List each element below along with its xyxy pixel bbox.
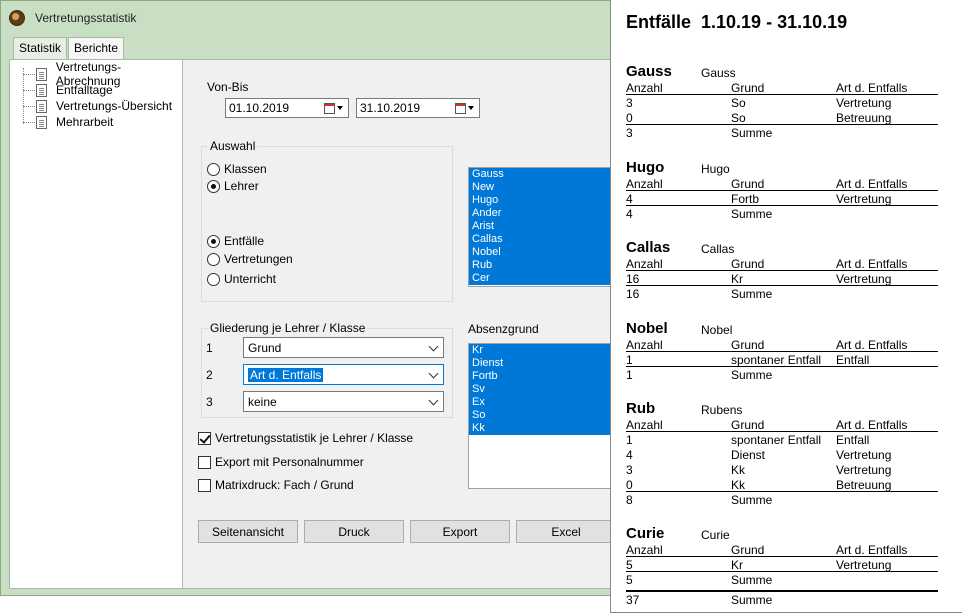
tree-item-vertretungs-abrechnung[interactable]: Vertretungs-Abrechnung — [36, 60, 182, 88]
auswahl-group: Auswahl Klassen Lehrer Entfälle Vertretu… — [201, 139, 453, 302]
window-title: Vertretungsstatistik — [35, 11, 137, 25]
absenzgrund-listbox[interactable]: Kr Dienst Fortb Sv Ex So Kk — [468, 343, 611, 489]
list-item[interactable]: Rub — [469, 259, 610, 272]
gliederung-level-3: 3 — [206, 395, 213, 409]
report-block-rub: Rub Rubens Anzahl Grund Art d. Entfalls 1 sp… — [626, 399, 938, 507]
radio-entfaelle[interactable]: Entfälle — [207, 234, 264, 248]
title-bar[interactable]: Vertretungsstatistik — [1, 1, 619, 35]
tree-item-mehrarbeit[interactable]: Mehrarbeit — [36, 114, 113, 130]
document-icon — [36, 99, 47, 113]
radio-klassen[interactable]: Klassen — [207, 162, 267, 176]
document-icon — [36, 115, 47, 129]
report-grand-total: 37 Summe — [626, 590, 938, 607]
berichte-panel: Vertretungs-Abrechnung Entfalltage Vertr… — [9, 59, 616, 589]
report-block-gauss: Gauss Gauss Anzahl Grund Art d. Entfalls 3S… — [626, 62, 938, 140]
gliederung-level-1: 1 — [206, 341, 213, 355]
list-item[interactable]: Hugo — [469, 194, 610, 207]
preview-button[interactable]: Seitenansicht — [198, 520, 298, 543]
von-bis-label: Von-Bis — [207, 80, 249, 94]
tab-statistik[interactable]: Statistik — [13, 37, 68, 59]
checkbox-matrixdruck[interactable]: Matrixdruck: Fach / Grund — [198, 478, 354, 492]
list-item[interactable]: Ex — [469, 396, 610, 409]
tab-strip: Statistik Berichte — [13, 37, 125, 60]
list-item[interactable]: Dienst — [469, 357, 610, 370]
checkbox-export-personalnummer[interactable]: Export mit Personalnummer — [198, 455, 364, 469]
list-item[interactable]: Fortb — [469, 370, 610, 383]
gliederung-select-1[interactable]: Grund — [243, 337, 444, 358]
date-to-picker[interactable]: 31.10.2019 — [356, 98, 480, 118]
list-item[interactable]: Nobel — [469, 246, 610, 259]
list-item[interactable]: Callas — [469, 233, 610, 246]
teacher-listbox[interactable]: Gauss New Hugo Ander Arist Callas Nobel … — [468, 167, 611, 287]
list-item[interactable]: Cer — [469, 272, 610, 285]
list-item[interactable]: Kk — [469, 422, 610, 435]
report-block-callas: Callas Callas Anzahl Grund Art d. Entfalls … — [626, 238, 938, 301]
list-item[interactable]: Arist — [469, 220, 610, 233]
app-icon — [9, 10, 25, 26]
document-icon — [36, 83, 47, 97]
radio-lehrer[interactable]: Lehrer — [207, 179, 259, 193]
report-preview: Entfälle 1.10.19 - 31.10.19 Gauss Gauss A… — [610, 0, 962, 613]
gliederung-level-2: 2 — [206, 368, 213, 382]
chevron-down-icon — [428, 395, 439, 406]
list-item[interactable]: Ander — [469, 207, 610, 220]
tree-item-entfalltage[interactable]: Entfalltage — [36, 82, 113, 98]
checkbox-vertretungsstatistik[interactable]: Vertretungsstatistik je Lehrer / Klasse — [198, 431, 413, 445]
chevron-down-icon — [428, 341, 439, 352]
radio-vertretungen[interactable]: Vertretungen — [207, 252, 293, 266]
list-item[interactable]: New — [469, 181, 610, 194]
print-button[interactable]: Druck — [304, 520, 404, 543]
list-item[interactable]: Kr — [469, 344, 610, 357]
tab-berichte[interactable]: Berichte — [68, 37, 125, 60]
calendar-dropdown-icon[interactable] — [455, 102, 475, 114]
document-icon — [36, 67, 47, 81]
report-block-hugo: Hugo Hugo Anzahl Grund Art d. Entfalls 4 For… — [626, 158, 938, 221]
gliederung-select-2[interactable]: Art d. Entfalls — [243, 364, 444, 385]
report-block-nobel: Nobel Nobel Anzahl Grund Art d. Entfalls 1s… — [626, 319, 938, 382]
date-from-picker[interactable]: 01.10.2019 — [225, 98, 349, 118]
report-title: Entfälle 1.10.19 - 31.10.19 — [626, 12, 848, 32]
gliederung-select-3[interactable]: keine — [243, 391, 444, 412]
list-item[interactable]: Gauss — [469, 168, 610, 181]
report-block-curie: Curie Curie Anzahl Grund Art d. Entfalls 5K… — [626, 524, 938, 587]
radio-unterricht[interactable]: Unterricht — [207, 272, 276, 286]
absenzgrund-label: Absenzgrund — [468, 322, 539, 336]
chevron-down-icon — [428, 368, 439, 379]
main-window: Vertretungsstatistik Statistik Berichte … — [0, 0, 620, 596]
export-button[interactable]: Export — [410, 520, 510, 543]
excel-button[interactable]: Excel — [516, 520, 616, 543]
auswahl-label: Auswahl — [208, 139, 258, 153]
list-item[interactable]: So — [469, 409, 610, 422]
gliederung-label: Gliederung je Lehrer / Klasse — [208, 321, 368, 335]
list-item[interactable]: Sv — [469, 383, 610, 396]
report-tree: Vertretungs-Abrechnung Entfalltage Vertr… — [10, 60, 183, 588]
tree-item-vertretungs-uebersicht[interactable]: Vertretungs-Übersicht — [36, 98, 172, 114]
calendar-dropdown-icon[interactable] — [324, 102, 344, 114]
